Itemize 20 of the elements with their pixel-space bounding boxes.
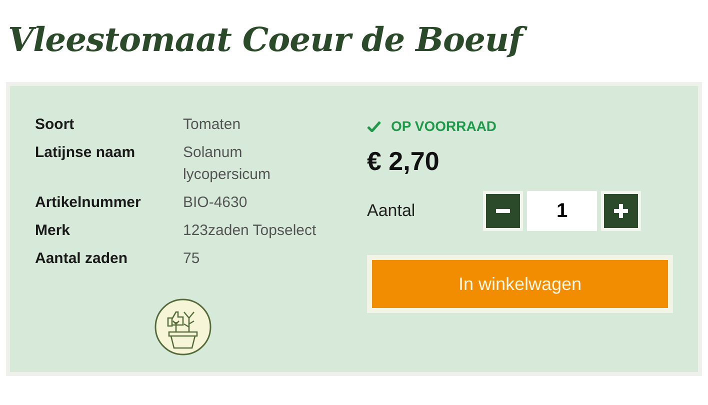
price: € 2,70 [367,146,440,177]
spec-value: Solanum lycopersicum [183,143,272,185]
minus-icon [496,209,510,213]
decrease-button[interactable] [483,191,523,231]
spec-value: 123zaden Topselect [183,221,318,241]
spec-label: Soort [35,115,76,135]
plant-pot-thumbs-up-icon [154,298,212,356]
spec-value: BIO-4630 [183,193,248,213]
quantity-field[interactable]: 1 [527,191,597,231]
spec-value: Tomaten [183,115,242,135]
spec-label: Latijnse naam [35,143,136,163]
spec-value: 75 [183,249,201,269]
quantity-label: Aantal [367,201,416,221]
spec-label: Merk [35,221,72,241]
increase-button[interactable] [601,191,641,231]
plus-icon [614,204,628,218]
product-title: Vleestomaat Coeur de Boeuf [8,18,702,62]
spec-label: Aantal zaden [35,249,129,269]
spec-label: Artikelnummer [35,193,142,213]
stock-status: OP VOORRAAD [391,118,497,134]
